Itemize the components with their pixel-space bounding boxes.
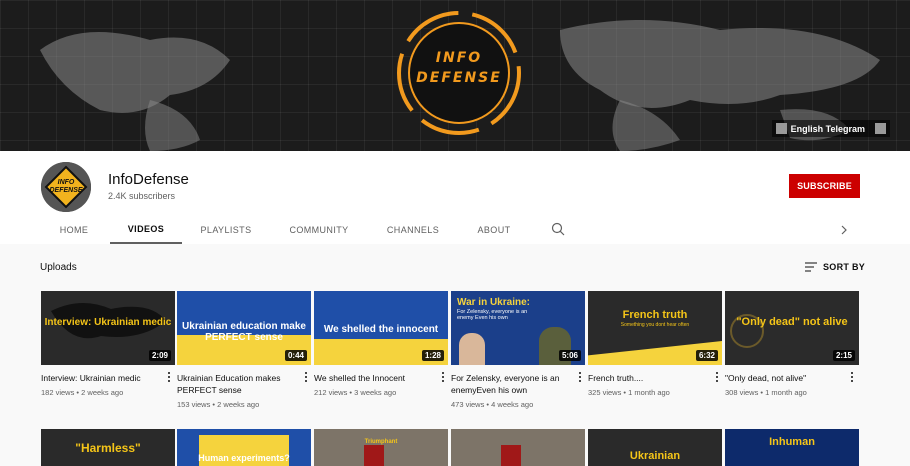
thumb-text: We shelled the innocent xyxy=(323,324,439,335)
video-card[interactable]: French truth Something you dont hear oft… xyxy=(579,291,722,397)
video-duration: 1:28 xyxy=(421,350,444,361)
banner-link-label: English Telegram xyxy=(790,123,865,134)
tab-playlists[interactable]: PLAYLISTS xyxy=(190,216,262,244)
tab-community[interactable]: COMMUNITY xyxy=(280,216,358,244)
thumb-text: Ukrainian education make PERFECT sense xyxy=(182,321,306,343)
channel-header: INFO DEFENSE InfoDefense 2.4K subscriber… xyxy=(0,151,910,244)
video-card[interactable]: Interview: Ukrainian medic 2:09 Intervie… xyxy=(41,291,175,397)
video-title[interactable]: We shelled the Innocent xyxy=(314,372,448,384)
video-title[interactable]: "Only dead, not alive" xyxy=(725,372,859,384)
tab-channels[interactable]: CHANNELS xyxy=(378,216,448,244)
more-options-icon[interactable] xyxy=(576,371,584,383)
video-thumbnail[interactable]: Ukrainian education make PERFECT sense 0… xyxy=(177,291,311,365)
video-duration: 5:06 xyxy=(558,350,581,361)
sort-label: SORT BY xyxy=(823,262,866,272)
sort-by-button[interactable]: SORT BY xyxy=(805,262,865,272)
video-thumbnail[interactable]: Triumphant xyxy=(314,429,448,466)
more-options-icon[interactable] xyxy=(713,371,721,383)
video-duration: 2:15 xyxy=(832,350,855,361)
tab-home[interactable]: HOME xyxy=(41,216,107,244)
section-title: Uploads xyxy=(40,262,77,273)
tab-videos[interactable]: VIDEOS xyxy=(110,216,182,244)
telegram-icon xyxy=(775,123,787,134)
video-thumbnail[interactable]: Inhuman xyxy=(725,429,859,466)
banner-logo-line2: DEFENSE xyxy=(416,70,502,86)
more-options-icon[interactable] xyxy=(439,371,447,383)
channel-tabs: HOME VIDEOS PLAYLISTS COMMUNITY CHANNELS… xyxy=(0,216,910,244)
video-title[interactable]: Ukrainian Education makes PERFECT sense xyxy=(177,372,311,396)
thumb-text: "Harmless" xyxy=(75,441,141,455)
video-thumbnail[interactable] xyxy=(451,429,585,466)
video-title[interactable]: French truth.... xyxy=(588,372,722,384)
video-thumbnail[interactable]: War in Ukraine: For Zelensky, everyone i… xyxy=(451,291,585,365)
video-title[interactable]: For Zelensky, everyone is an enemyEven h… xyxy=(451,372,585,396)
thumb-subtext: Something you dont hear often xyxy=(620,322,690,328)
avatar-text-1: INFO xyxy=(57,179,75,186)
thumb-flag xyxy=(501,445,521,466)
video-duration: 2:09 xyxy=(148,350,171,361)
avatar[interactable]: INFO DEFENSE xyxy=(41,162,91,212)
link-extra-icon xyxy=(875,123,886,134)
video-thumbnail[interactable]: We shelled the innocent 1:28 xyxy=(314,291,448,365)
thumb-flag xyxy=(364,445,384,466)
thumb-text: Ukrainian xyxy=(629,450,681,462)
tab-about[interactable]: ABOUT xyxy=(466,216,522,244)
chevron-right-icon[interactable] xyxy=(838,224,850,236)
banner-link-telegram[interactable]: English Telegram xyxy=(771,120,890,137)
video-card[interactable]: Ukrainian education make PERFECT sense 0… xyxy=(168,291,311,409)
video-thumbnail[interactable]: French truth Something you dont hear oft… xyxy=(588,291,722,365)
video-duration: 6:32 xyxy=(695,350,718,361)
banner-logo-line1: INFO xyxy=(435,50,483,66)
channel-banner: INFO DEFENSE English Telegram xyxy=(0,0,910,151)
more-options-icon[interactable] xyxy=(302,371,310,383)
video-duration: 0:44 xyxy=(284,350,307,361)
channel-name: InfoDefense xyxy=(108,171,189,188)
subscribe-button[interactable]: SUBSCRIBE xyxy=(789,174,860,198)
thumb-subtext: For Zelensky, everyone is an enemy Even … xyxy=(457,309,528,321)
more-options-icon[interactable] xyxy=(848,371,856,383)
thumb-text: Inhuman xyxy=(769,436,815,448)
video-title[interactable]: Interview: Ukrainian medic xyxy=(41,372,175,384)
avatar-text-2: DEFENSE xyxy=(49,187,83,194)
search-icon[interactable] xyxy=(551,222,565,236)
thumb-text: War in Ukraine: xyxy=(457,297,530,308)
subscriber-count: 2.4K subscribers xyxy=(108,191,176,201)
thumb-text: French truth xyxy=(622,309,688,321)
thumb-text: Interview: Ukrainian medic xyxy=(44,317,172,328)
video-thumbnail[interactable]: "Only dead" not alive 2:15 xyxy=(725,291,859,365)
video-thumbnail[interactable]: Ukrainian xyxy=(588,429,722,466)
video-meta: 325 views • 1 month ago xyxy=(588,388,670,397)
video-meta: 308 views • 1 month ago xyxy=(725,388,807,397)
video-card[interactable]: War in Ukraine: For Zelensky, everyone i… xyxy=(442,291,585,409)
video-meta: 212 views • 3 weeks ago xyxy=(314,388,397,397)
video-card[interactable]: We shelled the innocent 1:28 We shelled … xyxy=(305,291,448,397)
video-thumbnail[interactable]: Interview: Ukrainian medic 2:09 xyxy=(41,291,175,365)
video-thumbnail[interactable]: Human experiments? xyxy=(177,429,311,466)
thumb-person-left xyxy=(459,333,485,365)
video-thumbnail[interactable]: "Harmless" xyxy=(41,429,175,466)
video-meta: 182 views • 2 weeks ago xyxy=(41,388,124,397)
more-options-icon[interactable] xyxy=(165,371,173,383)
thumb-text: Human experiments? xyxy=(198,453,290,463)
video-meta: 153 views • 2 weeks ago xyxy=(177,400,260,409)
sort-icon xyxy=(805,262,817,272)
thumb-text: "Only dead" not alive xyxy=(736,316,848,328)
video-card[interactable]: "Only dead" not alive 2:15 "Only dead, n… xyxy=(716,291,859,397)
video-meta: 473 views • 4 weeks ago xyxy=(451,400,534,409)
